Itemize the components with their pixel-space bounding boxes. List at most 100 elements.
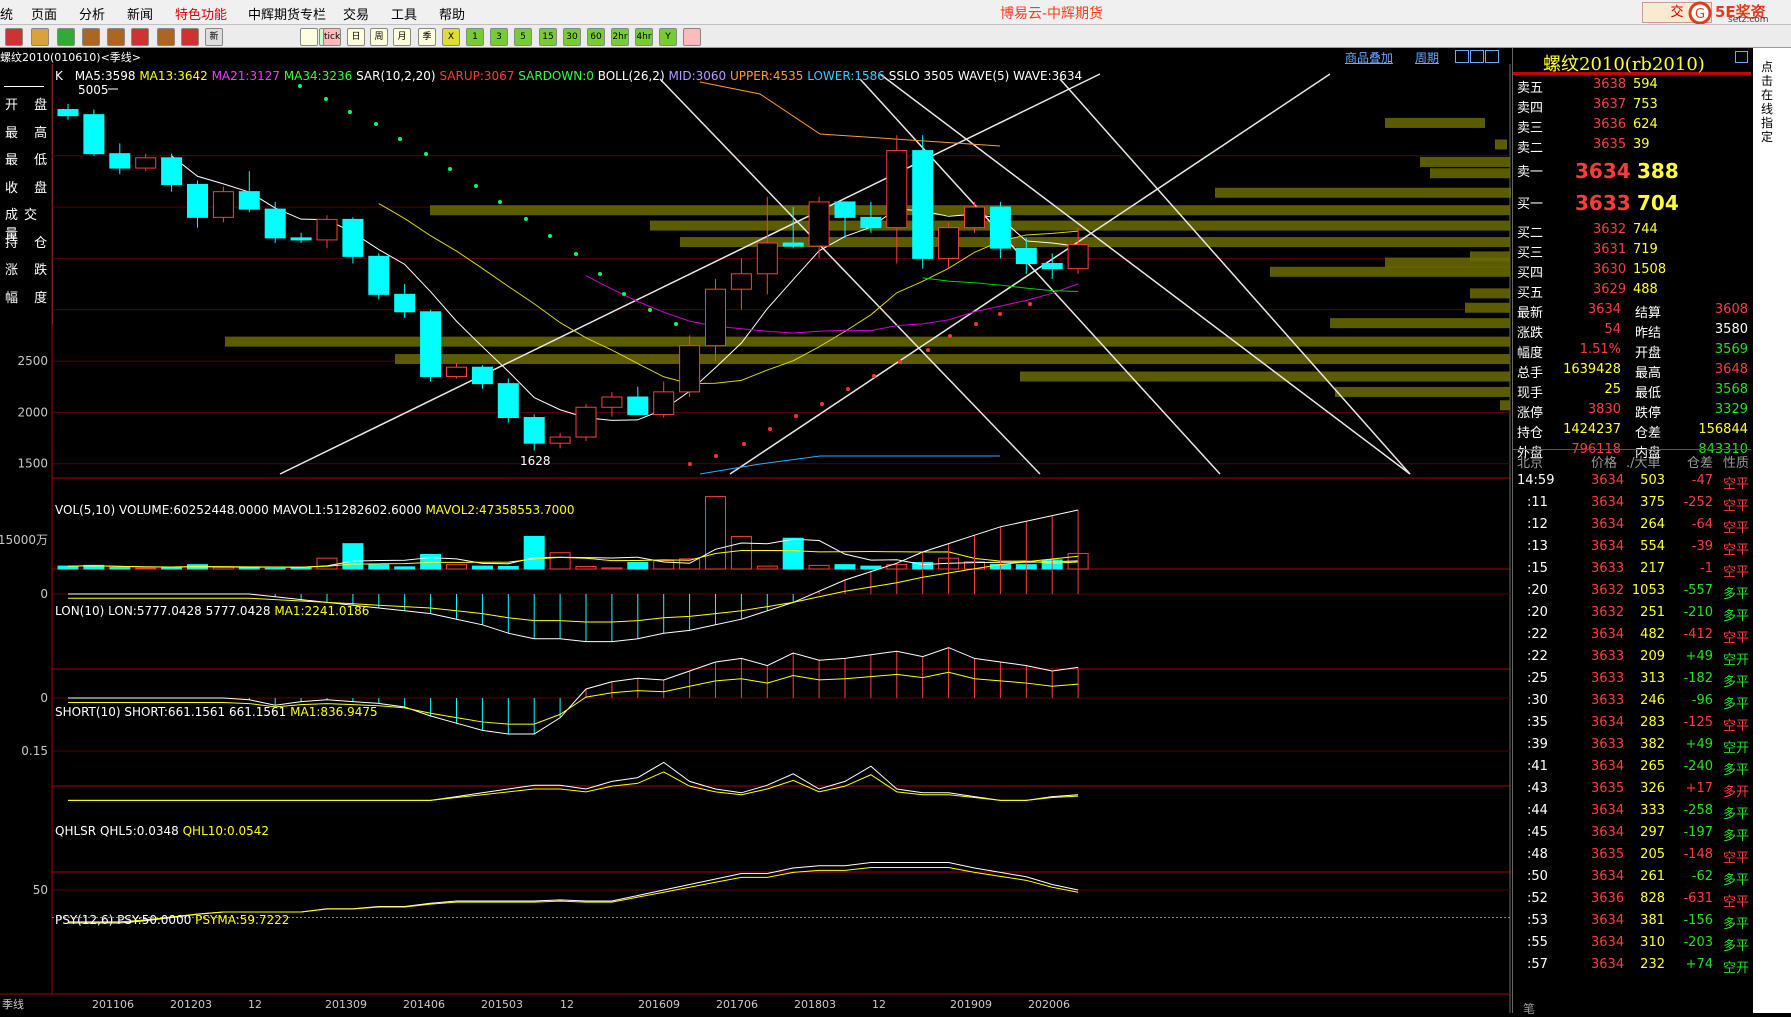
2h-icon[interactable]: 2hr [611, 28, 629, 46]
volume-bar [135, 567, 157, 570]
date-axis-label: 季线 [2, 997, 24, 1011]
y-icon[interactable]: Y [659, 28, 677, 46]
tick-price: 3632 [1591, 583, 1625, 598]
home-icon[interactable] [5, 28, 23, 46]
menu-item-system[interactable]: 统 [0, 4, 13, 23]
candle-body [834, 201, 856, 218]
chart-area[interactable]: 2500 2000 1500 5005 1628 15000万 0 0 0.15 50 季线 2011… [0, 64, 1511, 1013]
notes-icon[interactable] [31, 28, 49, 46]
cup-icon[interactable] [181, 28, 199, 46]
left-label-3: 收 盘 [5, 180, 54, 196]
candle-body [886, 150, 908, 229]
month-icon[interactable]: 月 [393, 28, 411, 46]
sar-dot [714, 454, 718, 458]
stat-label: 开盘 [1635, 346, 1662, 361]
tick-row: :50 3634 261 -62 多平 [1513, 866, 1751, 888]
week-icon[interactable]: 周 [370, 28, 388, 46]
tick-time: :30 [1527, 693, 1548, 708]
news-icon[interactable]: 新 [205, 28, 223, 46]
candle-body [756, 242, 778, 275]
tick-time: :48 [1527, 847, 1548, 862]
menu-item-help[interactable]: 帮助 [439, 4, 465, 23]
tick-price: 3635 [1591, 781, 1625, 796]
menu-item-page[interactable]: 页面 [31, 4, 57, 23]
date-axis-label: 12 [248, 998, 262, 1011]
side-strip-text[interactable]: 点击在线指定 [1761, 60, 1781, 144]
tick-row: :20 3632 1053 -557 多平 [1513, 580, 1751, 602]
tick-nature: 空平 [1723, 543, 1750, 558]
tick-price: 3634 [1591, 913, 1625, 928]
erase-icon[interactable] [157, 28, 175, 46]
ask-volume: 624 [1633, 117, 1658, 132]
sar-dot [948, 334, 952, 338]
low-price-label: 1628 [520, 454, 551, 468]
trend-line [859, 78, 1221, 475]
calc-icon[interactable] [683, 28, 701, 46]
zoom-out-icon[interactable] [107, 28, 125, 46]
bid-row: 买三 3631 719 [1513, 240, 1751, 261]
menu-item-news[interactable]: 新闻 [127, 4, 153, 23]
tick-time: :20 [1527, 605, 1548, 620]
stat-value: 1424237 [1563, 422, 1621, 437]
stat-label: 跌停 [1635, 406, 1662, 421]
15-icon[interactable]: 15 [539, 28, 557, 46]
menu-item-zhonghui-column[interactable]: 中辉期货专栏 [248, 4, 326, 23]
refresh-icon[interactable] [57, 28, 75, 46]
panel-toggle-icon[interactable] [1735, 51, 1748, 63]
stat-value: 3568 [1714, 382, 1748, 397]
30-icon[interactable]: 30 [563, 28, 581, 46]
calendar-icon[interactable] [300, 28, 318, 46]
tick-volume: 297 [1640, 825, 1665, 840]
4h-icon[interactable]: 4hr [635, 28, 653, 46]
menu-item-analysis[interactable]: 分析 [79, 4, 105, 23]
tick-price: 3632 [1591, 605, 1625, 620]
date-axis-label: 201406 [403, 998, 445, 1011]
candle-body [109, 153, 131, 169]
tick-nature: 多平 [1723, 587, 1750, 602]
volume-profile-bar [1335, 386, 1510, 397]
day-icon[interactable]: 日 [347, 28, 365, 46]
tick-price: 3633 [1591, 671, 1625, 686]
bid-price: 3629 [1593, 282, 1627, 297]
menu-item-features[interactable]: 特色功能 [175, 4, 227, 23]
volume-profile-bar [1465, 302, 1510, 313]
qhlsr-axis-label: 0.15 [21, 744, 48, 758]
sarup-value: SARUP:3067 [439, 69, 515, 83]
tick-volume: 246 [1640, 693, 1665, 708]
boll-mid-value: MID:3060 [668, 69, 727, 83]
volume-profile-bar [1330, 318, 1510, 329]
tick-icon[interactable]: tick [323, 28, 341, 46]
candle-body [212, 191, 234, 218]
1-icon[interactable]: 1 [466, 28, 484, 46]
panel-footer: 笔 [1523, 1002, 1536, 1016]
vol-axis-label: 15000万 [0, 533, 48, 547]
minimize-icon[interactable] [1455, 50, 1469, 63]
5-icon[interactable]: 5 [514, 28, 532, 46]
restore-icon[interactable] [1470, 50, 1484, 63]
tick-volume: 382 [1640, 737, 1665, 752]
ask-label: 卖一 [1517, 165, 1544, 180]
sslo-value: SSLO 3505 [888, 69, 955, 83]
draw-icon[interactable] [131, 28, 149, 46]
menu-item-trade[interactable]: 交易 [343, 4, 369, 23]
boll-lower-value: LOWER:1586 [807, 69, 885, 83]
qhlsr-header: QHLSR QHL5:0.0348 QHL10:0.0542 [55, 824, 269, 838]
tick-nature: 多平 [1723, 763, 1750, 778]
x-icon[interactable]: X [442, 28, 460, 46]
volume-bar [756, 565, 778, 570]
60-icon[interactable]: 60 [587, 28, 605, 46]
ask-price: 3636 [1593, 117, 1627, 132]
menu-item-tools[interactable]: 工具 [391, 4, 417, 23]
tick-row: :11 3634 375 -252 空平 [1513, 492, 1751, 514]
date-axis-label: 201203 [170, 998, 212, 1011]
season-icon[interactable]: 季 [418, 28, 436, 46]
short-header: SHORT(10) SHORT:661.1561 661.1561 MA1:83… [55, 705, 378, 719]
maximize-icon[interactable] [1485, 50, 1499, 63]
tick-time: :15 [1527, 561, 1548, 576]
tick-oi-change: -148 [1683, 847, 1713, 862]
ask-volume: 594 [1633, 77, 1658, 92]
zoom-in-icon[interactable] [82, 28, 100, 46]
3-icon[interactable]: 3 [490, 28, 508, 46]
toolbar: 新 tick 日周月季 X 1 3 5 15 30 60 2hr 4hr Y [0, 25, 1791, 48]
trend-line [279, 73, 1101, 475]
